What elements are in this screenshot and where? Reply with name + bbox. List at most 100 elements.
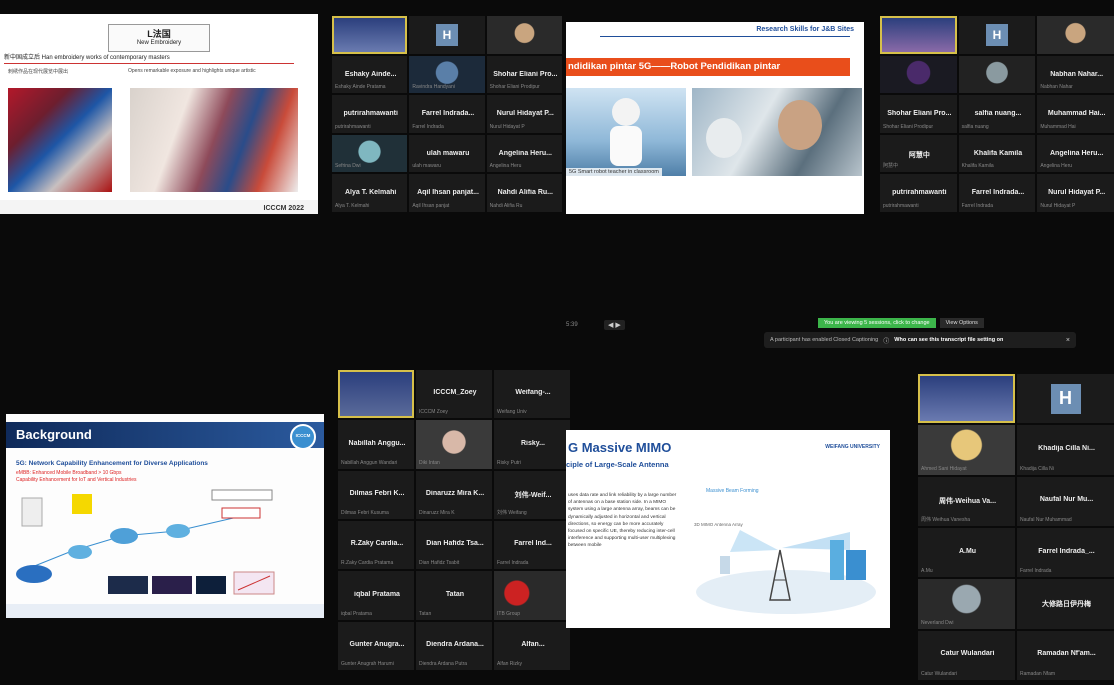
participant-tile[interactable]: salfia nuang... salfia nuang — [958, 95, 1036, 133]
slide-banner: ndidikan pintar 5G——Robot Pendidikan pin… — [566, 58, 850, 76]
participant-tile[interactable]: Alya T. Kelmahi Alya T. Kelmahi — [332, 174, 408, 212]
participant-tile[interactable]: Nabillah Anggu... Nabillah Anggun Wandari — [338, 420, 414, 469]
participant-label: Neverland Dwi — [921, 619, 954, 626]
participant-label: salfia nuang — [961, 123, 989, 130]
participant-name: iqbal Pratama — [354, 590, 400, 598]
participant-tile[interactable]: Dian Hafidz Tsa... Dian Hafidz Tsabit — [416, 520, 492, 570]
participant-tile[interactable] — [1037, 16, 1114, 54]
participant-tile[interactable]: Dinaruzz Mira K... Dinaruzz Mira K — [416, 470, 492, 519]
close-icon[interactable]: × — [1066, 337, 1070, 344]
slide-box-subtitle: New Embroidery — [136, 40, 182, 46]
participant-tile[interactable]: Angelina Heru... Angelina Heru — [1037, 134, 1114, 173]
participant-tile[interactable] — [880, 55, 957, 94]
slide-title: Background — [16, 427, 92, 442]
participant-name: Farrel Indrada... — [971, 189, 1025, 197]
participant-tile[interactable]: Diki Intan — [416, 420, 492, 469]
view-options-button[interactable]: View Options — [939, 318, 984, 328]
participant-tile[interactable]: Gunter Anugra... Gunter Anugrah Harumi — [338, 621, 414, 670]
participant-name: Shohar Eliani Pro... — [493, 70, 558, 78]
participant-tile[interactable]: Risky... Risky Putri — [494, 420, 570, 469]
participant-tile[interactable]: Farrel Ind... Farrel Indrada — [494, 520, 570, 570]
participant-tile[interactable] — [918, 374, 1015, 424]
participant-tile[interactable]: Farrel Indrada_... Farrel Indrada — [1017, 527, 1114, 578]
participant-tile[interactable]: H — [958, 16, 1036, 54]
participant-tile[interactable]: 周伟-Weihua Va... 周伟 Weihua Vanesha — [918, 476, 1015, 526]
participant-tile[interactable]: Muhammad Hai... Muhammad Hai — [1037, 95, 1114, 133]
participant-tile[interactable] — [486, 16, 562, 54]
participant-tile[interactable] — [338, 370, 414, 419]
participant-tile[interactable]: iqbal Pratama iqbal Pratama — [338, 571, 414, 620]
participant-tile[interactable]: 大修路日伊丹梅 — [1017, 579, 1114, 629]
participant-tile[interactable]: Sefrina Dwi — [332, 134, 408, 173]
participant-tile[interactable]: Catur Wulandari Catur Wulandari — [918, 630, 1015, 680]
participant-tile[interactable]: Dilmas Febri K... Dilmas Febri Kusuma — [338, 470, 414, 519]
participant-tile[interactable]: Shohar Eliani Pro... Shohar Eliani Prodip… — [880, 95, 957, 133]
participant-label: Khadija Cilla Ni — [1020, 465, 1054, 472]
participant-name: Alya T. Kelmahi — [344, 189, 397, 197]
participant-label: Dian Hafidz Tsabit — [419, 560, 460, 567]
participant-tile[interactable]: putrirahmawanti putrirahmawanti — [880, 174, 957, 212]
participant-tile[interactable]: Tatan Tatan — [416, 571, 492, 620]
shared-slide-embroidery: L法国 New Embroidery 新中国成立后 Han embroidery… — [0, 14, 318, 214]
participant-tile[interactable]: Aqil Ihsan panjat... Aqil Ihsan panjat — [409, 174, 485, 212]
participant-tile[interactable]: Nabhan Nahar... Nabhan Nahar — [1037, 55, 1114, 94]
participant-tile[interactable]: Nurul Hidayat P... Nurul Hidayat P — [1037, 174, 1114, 212]
slide-badge: ICCCM — [290, 424, 316, 450]
participant-label: Shohar Eliani Prodipur — [489, 84, 540, 91]
avatar: H — [435, 23, 458, 46]
participant-name: Dinaruzz Mira K... — [425, 489, 485, 497]
participant-tile[interactable]: putrirahmawanti putrirahmawanti — [332, 95, 408, 133]
participant-tile[interactable]: R.Zaky Cardia... R.Zaky Cardia Pratama — [338, 520, 414, 570]
participant-tile[interactable]: H — [409, 16, 485, 54]
participant-tile[interactable]: Angelina Heru... Angelina Heru — [486, 134, 562, 173]
participant-tile[interactable]: H — [1017, 374, 1114, 424]
participant-tile[interactable] — [958, 55, 1036, 94]
participant-tile[interactable]: Ravindra Handyani — [409, 55, 485, 94]
participant-tile[interactable]: ICCCM_Zoey ICCCM Zoey — [416, 370, 492, 419]
participant-label: Farrel Indrada — [1020, 568, 1052, 575]
participant-label: ICCCM Zoey — [419, 409, 448, 416]
participant-label: Gunter Anugrah Harumi — [341, 660, 394, 667]
participant-tile[interactable]: Eshaky Ainde... Eshaky Ainde Pratama — [332, 55, 408, 94]
participant-tile[interactable]: Ahmed Sani Hidayat — [918, 425, 1015, 475]
participant-tile[interactable]: Khadija Cilla Ni... Khadija Cilla Ni — [1017, 425, 1114, 475]
participant-tile[interactable] — [332, 16, 408, 54]
participant-tile[interactable]: Ramadan Nf'am... Ramadan Nfam — [1017, 630, 1114, 680]
participant-label: Sefrina Dwi — [335, 163, 361, 170]
participant-tile[interactable]: Shohar Eliani Pro... Shohar Eliani Prodip… — [486, 55, 562, 94]
participant-label: Nahdi Alifia Ru — [489, 202, 523, 209]
participant-name: Nabillah Anggu... — [348, 439, 406, 447]
participant-tile[interactable]: Diendra Ardana... Diendra Ardana Putra — [416, 621, 492, 670]
participant-name: Eshaky Ainde... — [344, 70, 397, 78]
participant-name: Diendra Ardana... — [426, 640, 484, 648]
participant-name: Farrel Indrada_... — [1038, 547, 1095, 555]
view-status-green[interactable]: You are viewing 5 sessions, click to cha… — [818, 318, 936, 328]
participant-tile[interactable]: ulah mawaru ulah mawaru — [409, 134, 485, 173]
participant-label: Alfan Rizky — [497, 660, 523, 667]
participant-tile[interactable]: Khalifa Kamila Khalifa Kamila — [958, 134, 1036, 173]
participant-name: Nurul Hidayat P... — [496, 110, 554, 118]
participant-name: 大修路日伊丹梅 — [1042, 601, 1091, 609]
playback-controls[interactable]: ◀ ▶ — [604, 320, 625, 330]
participant-tile[interactable]: Nahdi Alifia Ru... Nahdi Alifia Ru — [486, 174, 562, 212]
participant-tile[interactable]: A.Mu A.Mu — [918, 527, 1015, 578]
participant-tile[interactable]: Farrel Indrada... Farrel Indrada — [409, 95, 485, 133]
participant-tile[interactable] — [880, 16, 957, 54]
participant-tile[interactable]: 刘伟-Weif... 刘伟 Weifang — [494, 470, 570, 519]
slide-logo: WEIFANG UNIVERSITY — [825, 444, 880, 450]
participant-tile[interactable]: Neverland Dwi — [918, 579, 1015, 629]
participant-tile[interactable]: Farrel Indrada... Farrel Indrada — [958, 174, 1036, 212]
participant-name: Farrel Indrada... — [421, 110, 475, 118]
embroidery-image-2 — [130, 88, 298, 192]
participant-label: Nurul Hidayat P — [489, 123, 525, 130]
participant-tile[interactable]: 阿慧中 阿慧中 — [880, 134, 957, 173]
participant-tile[interactable]: Weifang-... Weifang Univ — [494, 370, 570, 419]
playback-time: 5:39 — [566, 322, 578, 328]
participant-tile[interactable]: Naufal Nur Mu... Naufal Nur Muhammad — [1017, 476, 1114, 526]
participant-tile[interactable]: ITB Group — [494, 571, 570, 620]
participant-name: Khadija Cilla Ni... — [1038, 445, 1095, 453]
caption-notice-link[interactable]: Who can see this transcript file setting… — [894, 337, 1003, 343]
participant-tile[interactable]: Nurul Hidayat P... Nurul Hidayat P — [486, 95, 562, 133]
participant-tile[interactable]: Alfan... Alfan Rizky — [494, 621, 570, 670]
participant-name: Muhammad Hai... — [1047, 110, 1106, 118]
